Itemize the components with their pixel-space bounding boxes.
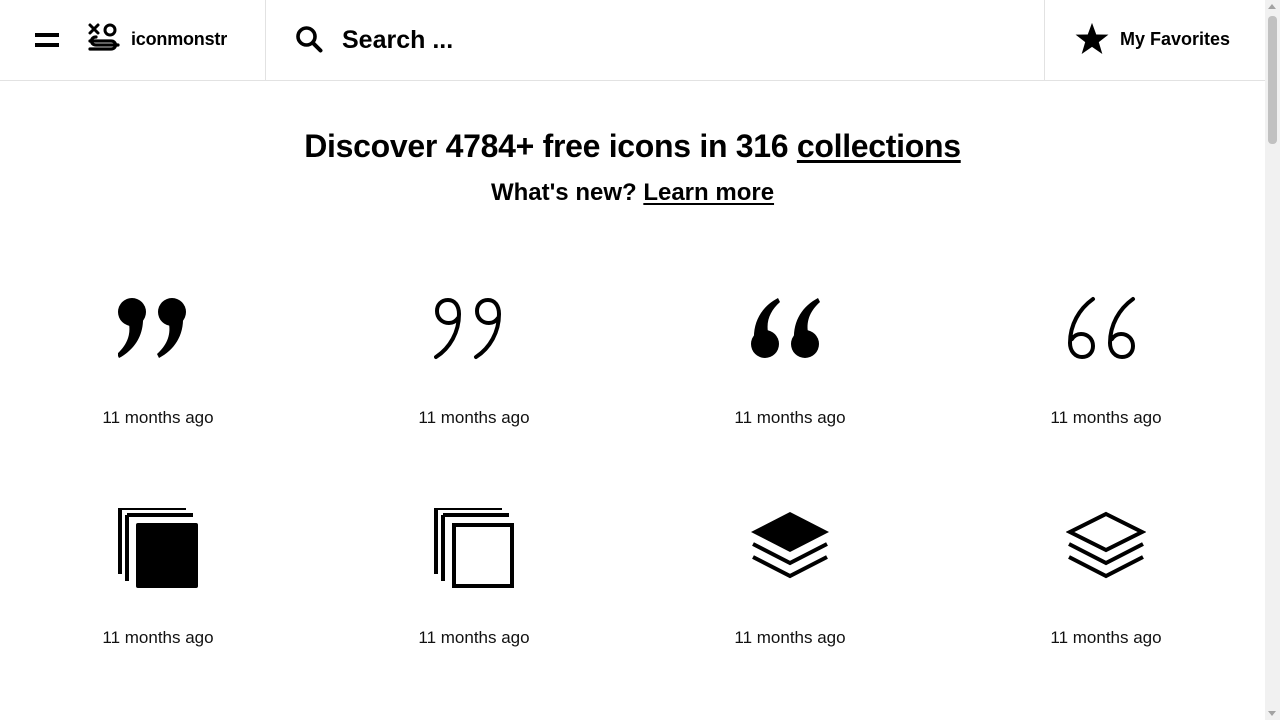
my-favorites-button[interactable]: My Favorites	[1044, 0, 1265, 80]
scroll-up-arrow-icon[interactable]	[1268, 4, 1276, 9]
icon-date-label: 11 months ago	[1050, 408, 1162, 427]
layers-outline-icon	[1066, 511, 1146, 579]
top-header: iconmonstr My Favorites	[0, 0, 1265, 81]
scroll-down-arrow-icon[interactable]	[1268, 711, 1276, 716]
icon-card[interactable]: 11 months ago	[948, 278, 1264, 478]
quote-left-filled-icon	[751, 298, 820, 358]
icon-card[interactable]: 11 months ago	[632, 498, 948, 698]
brand-name[interactable]: iconmonstr	[131, 29, 227, 50]
learn-more-link[interactable]: Learn more	[643, 179, 774, 206]
copy-outline-icon	[434, 508, 514, 588]
scrollbar-thumb[interactable]	[1268, 16, 1277, 144]
whats-new-line: What's new? Learn more	[0, 179, 1265, 207]
icon-date-label: 11 months ago	[1050, 628, 1162, 647]
icon-card[interactable]: 11 months ago	[948, 498, 1264, 698]
copy-filled-icon	[118, 508, 198, 588]
icon-date-label: 11 months ago	[418, 628, 530, 647]
icon-date-label: 11 months ago	[102, 628, 214, 647]
icon-date-label: 11 months ago	[102, 408, 214, 427]
collections-link[interactable]: collections	[797, 128, 961, 164]
quote-right-filled-icon	[118, 298, 186, 358]
iconmonstr-logo-icon[interactable]	[87, 22, 121, 56]
icon-date-label: 11 months ago	[734, 408, 846, 427]
star-icon	[1075, 22, 1109, 55]
icon-date-label: 11 months ago	[418, 408, 530, 427]
menu-icon[interactable]	[35, 31, 59, 49]
my-favorites-label: My Favorites	[1120, 29, 1231, 49]
quote-right-outline-icon	[434, 298, 502, 359]
icon-card[interactable]: 11 months ago	[632, 278, 948, 478]
search-bar	[266, 0, 1045, 80]
layers-filled-icon	[751, 512, 829, 579]
brand-area: iconmonstr	[0, 0, 266, 80]
icon-card[interactable]: 11 months ago	[0, 278, 316, 478]
icon-date-label: 11 months ago	[734, 628, 846, 647]
quote-left-outline-icon	[1067, 297, 1136, 359]
search-icon[interactable]	[295, 25, 323, 53]
page-title: Discover 4784+ free icons in 316 collect…	[0, 128, 1265, 165]
vertical-scrollbar[interactable]	[1265, 0, 1280, 720]
icon-card[interactable]: 11 months ago	[0, 498, 316, 698]
page-title-text: Discover 4784+ free icons in 316	[304, 128, 797, 164]
icon-card[interactable]: 11 months ago	[316, 498, 632, 698]
icon-card[interactable]: 11 months ago	[316, 278, 632, 478]
whats-new-text: What's new?	[490, 179, 644, 206]
search-input[interactable]	[342, 20, 1022, 60]
